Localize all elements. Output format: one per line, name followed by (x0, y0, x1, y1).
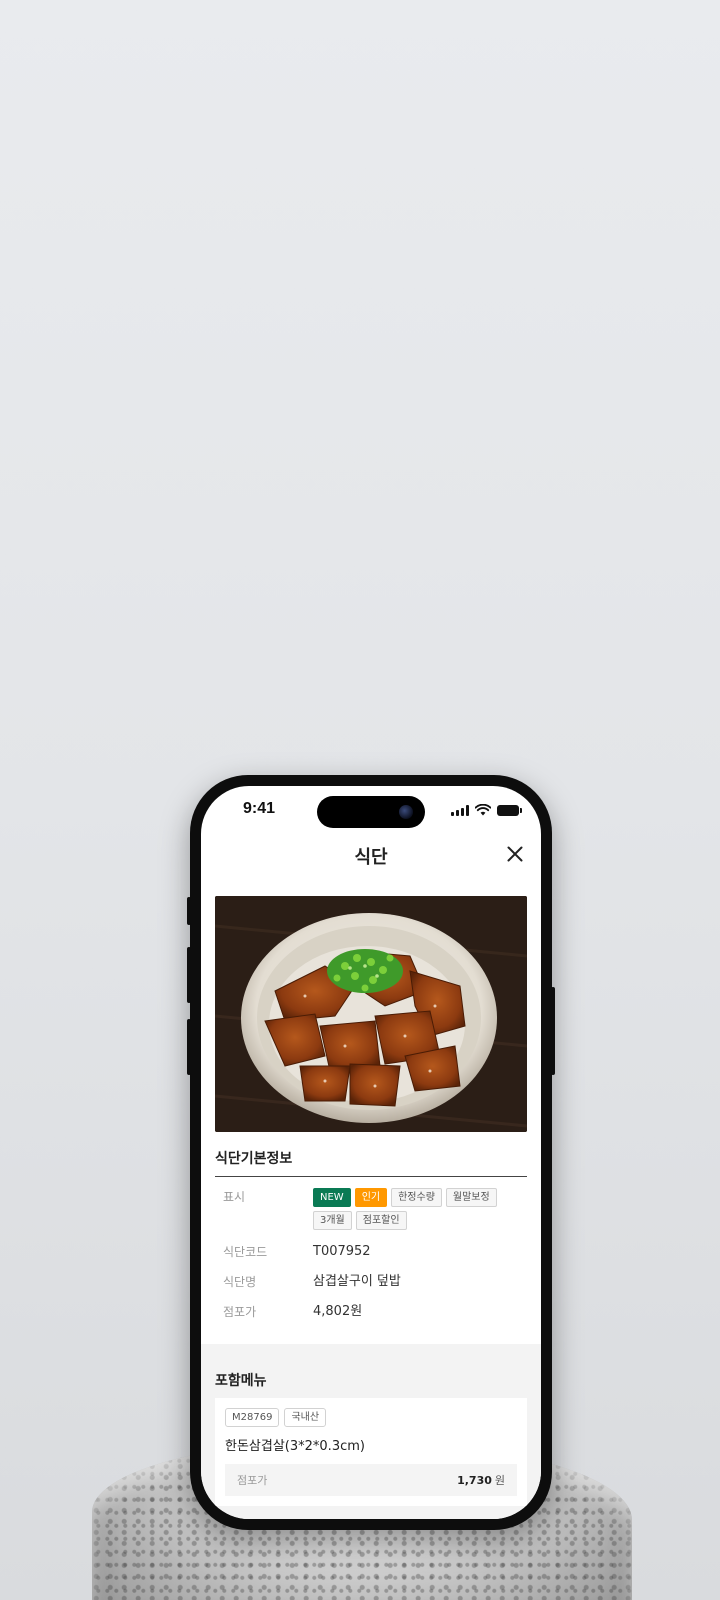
menu-origin-chip: 국내산 (284, 1408, 327, 1427)
included-menu-section: 포함메뉴 M28769 국내산 한돈삼겹살(3*2*0.3cm) 점포가 1,7… (201, 1344, 541, 1519)
code-value: T007952 (313, 1244, 371, 1259)
name-value: 삼겹살구이 덮밥 (313, 1274, 401, 1289)
code-row: 식단코드 T007952 (215, 1242, 527, 1262)
code-label: 식단코드 (223, 1245, 268, 1259)
status-time: 9:41 (243, 800, 276, 817)
display-label: 표시 (223, 1190, 246, 1204)
status-icons (451, 804, 522, 816)
close-button[interactable] (503, 842, 527, 866)
badge-store-discount: 점포할인 (355, 1211, 407, 1230)
content: 식단기본정보 표시 NEW 인기 한정수량 월말보정 3개월 점포할인 식단코드 (201, 896, 541, 1322)
battery-icon (497, 804, 522, 816)
phone-frame: 9:41 식단 식단기본정보 표시 NEW 인기 한정수량 월말보정 3개월 점… (187, 775, 555, 1530)
badge-three-months: 3개월 (313, 1211, 352, 1230)
menu-price-box: 점포가 1,730 원 (225, 1464, 517, 1496)
food-illustration (215, 896, 527, 1132)
price-row: 점포가 4,802원 (215, 1302, 527, 1322)
included-menu-title: 포함메뉴 (215, 1373, 267, 1389)
name-row: 식단명 삼겹살구이 덮밥 (215, 1272, 527, 1292)
navigation-bar: 식단 (201, 836, 541, 878)
badge-new: NEW (313, 1188, 351, 1207)
power-button (551, 987, 555, 1075)
price-value: 4,802원 (313, 1304, 363, 1319)
display-row: 표시 NEW 인기 한정수량 월말보정 3개월 점포할인 (215, 1187, 527, 1230)
menu-price-label: 점포가 (237, 1474, 268, 1487)
badge-list: NEW 인기 한정수량 월말보정 3개월 점포할인 (313, 1187, 519, 1230)
badge-popular: 인기 (354, 1188, 388, 1207)
volume-up-button (187, 947, 191, 1003)
menu-code-chip: M28769 (225, 1408, 280, 1427)
badge-limited: 한정수량 (391, 1188, 442, 1207)
camera-icon (399, 805, 413, 819)
name-label: 식단명 (223, 1275, 257, 1289)
status-bar: 9:41 (201, 786, 541, 836)
menu-card[interactable]: M28769 국내산 한돈삼겹살(3*2*0.3cm) 점포가 1,730 원 (215, 1398, 527, 1506)
food-image (215, 896, 527, 1132)
volume-down-button (187, 1019, 191, 1075)
menu-price-unit: 원 (494, 1474, 505, 1487)
phone-screen: 9:41 식단 식단기본정보 표시 NEW 인기 한정수량 월말보정 3개월 점… (201, 786, 541, 1519)
close-icon (507, 846, 523, 862)
dynamic-island (317, 796, 425, 828)
page-title: 식단 (354, 847, 388, 868)
signal-icon (451, 804, 469, 816)
menu-price-value: 1,730 원 (457, 1472, 505, 1488)
basic-info-title: 식단기본정보 (215, 1148, 527, 1177)
menu-name: 한돈삼겹살(3*2*0.3cm) (225, 1439, 365, 1454)
badge-month-end: 월말보정 (445, 1188, 497, 1207)
wifi-icon (475, 804, 491, 816)
menu-price-amount: 1,730 (457, 1474, 492, 1487)
price-label: 점포가 (223, 1305, 257, 1319)
action-button (187, 897, 191, 925)
menu-chips: M28769 국내산 (225, 1408, 517, 1427)
